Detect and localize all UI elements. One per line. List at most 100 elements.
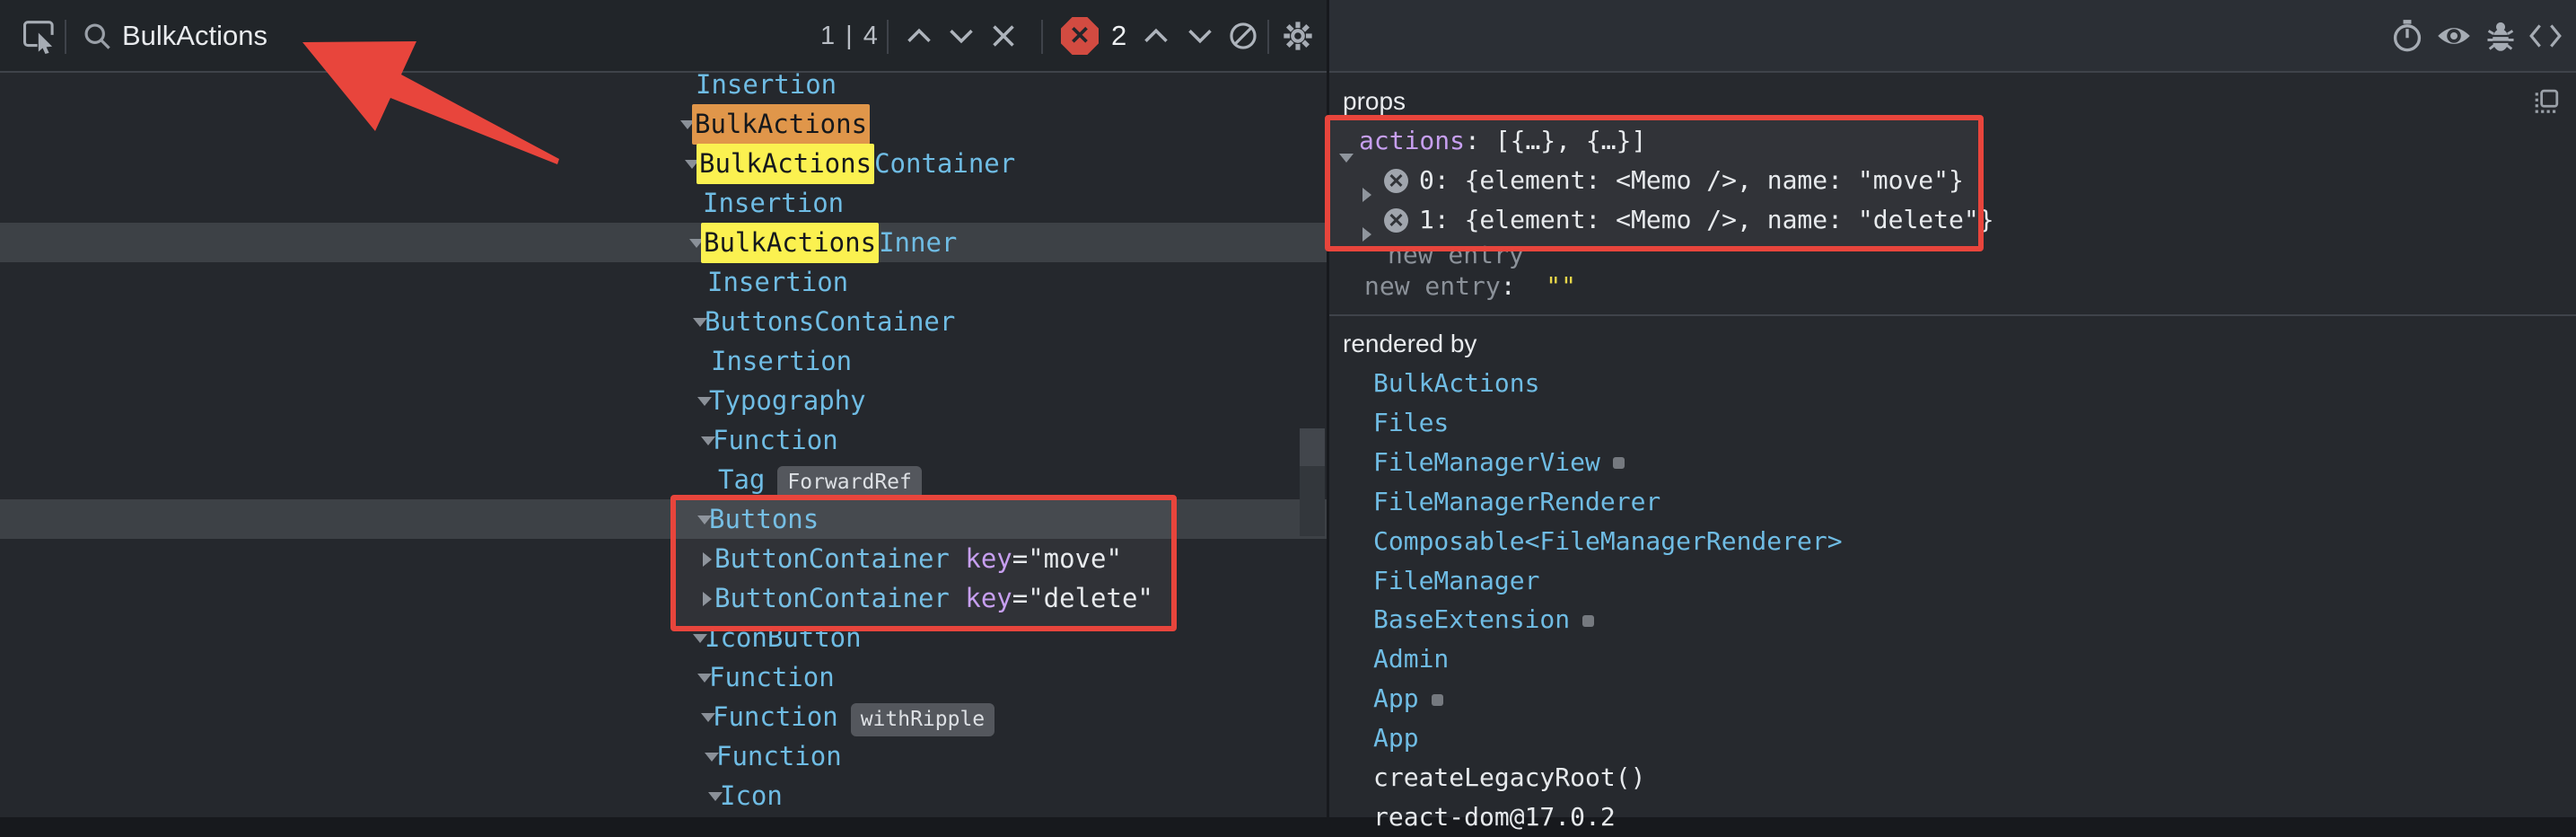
next-result-button[interactable] (942, 0, 981, 72)
react-devtools-window: InsertionBulkActionsBulkActionsContainer… (0, 0, 2576, 817)
search-input[interactable] (122, 16, 697, 56)
gear-icon (1281, 19, 1315, 53)
rendered-by-item[interactable]: FileManager (1373, 561, 1539, 601)
annotation-box-props (1325, 115, 1984, 251)
owner-name: App (1373, 723, 1419, 753)
tree-row-function[interactable]: Function (0, 420, 1327, 460)
inspect-dom-button[interactable] (2431, 0, 2476, 72)
search-highlight: BulkActions (701, 223, 879, 263)
owner-name: FileManagerRenderer (1373, 487, 1660, 516)
component-name: Function (716, 741, 842, 771)
rendered-by-item[interactable]: BaseExtension (1373, 600, 1594, 639)
tree-row-content: Typography (709, 381, 866, 420)
component-name: Insertion (703, 188, 844, 218)
tree-row-bulkactions[interactable]: BulkActions (0, 104, 1327, 144)
owner-name: Admin (1373, 644, 1449, 674)
tree-row-content: Insertion (703, 183, 844, 223)
memo-badge-dot (1432, 694, 1443, 706)
tree-row-bulkactions[interactable]: BulkActionsInner (0, 223, 1327, 262)
tree-row-insertion[interactable]: Insertion (0, 72, 1327, 104)
rendered-by-item[interactable]: App (1373, 679, 1443, 718)
tree-scrollbar-thumb-lower[interactable] (1300, 466, 1325, 536)
error-count: 2 (1111, 0, 1126, 72)
eye-icon (2436, 22, 2472, 49)
rendered-by-item[interactable]: BulkActions (1373, 364, 1539, 403)
log-to-console-button[interactable] (2478, 0, 2523, 72)
toolbar-divider (1267, 20, 1269, 54)
tree-row-content: BulkActionsInner (701, 223, 957, 262)
code-brackets-icon (2528, 22, 2563, 49)
component-name: Function (713, 701, 838, 732)
owner-name: BulkActions (1373, 368, 1539, 398)
tree-row-insertion[interactable]: Insertion (0, 262, 1327, 302)
owner-name: App (1373, 683, 1419, 713)
copy-icon (2533, 89, 2560, 116)
tree-row-insertion[interactable]: Insertion (0, 341, 1327, 381)
tree-row-content: ButtonsContainer (705, 302, 955, 341)
owner-name: Files (1373, 408, 1449, 437)
rendered-by-item[interactable]: FileManagerView (1373, 443, 1625, 482)
rendered-by-item[interactable]: createLegacyRoot() (1373, 758, 1645, 797)
tree-row-typography[interactable]: Typography (0, 381, 1327, 420)
next-error-button[interactable] (1180, 0, 1220, 72)
search-highlight: BulkActions (692, 104, 870, 145)
component-name: Tag (718, 464, 765, 495)
rendered-by-item[interactable]: Composable<FileManagerRenderer> (1373, 522, 1843, 561)
component-name: Insertion (696, 72, 837, 100)
component-name: Function (713, 425, 838, 455)
stopwatch-icon (2391, 19, 2423, 53)
clear-search-button[interactable] (984, 0, 1023, 72)
tree-row-buttonscontainer[interactable]: ButtonsContainer (0, 302, 1327, 341)
previous-error-button[interactable] (1136, 0, 1176, 72)
tree-row-function[interactable]: FunctionwithRipple (0, 697, 1327, 736)
tree-row-insertion[interactable]: Insertion (0, 183, 1327, 223)
prop-value: : (1501, 271, 1546, 301)
settings-button[interactable] (1275, 0, 1321, 72)
prop-row: new entry: "" (1329, 269, 2576, 304)
prop-row-content: new entry: "" (1364, 269, 1576, 304)
rendered-by-item[interactable]: App (1373, 718, 1419, 758)
toolbar-bottom-border (0, 71, 2576, 73)
toolbar-divider (1041, 20, 1043, 54)
component-name: Icon (720, 780, 783, 811)
copy-props-button[interactable] (2527, 83, 2566, 122)
rendered-by-item[interactable]: Files (1373, 403, 1449, 443)
owner-name: FileManagerView (1373, 447, 1600, 477)
inspect-element-button[interactable] (16, 0, 63, 72)
toolbar-divider (887, 20, 889, 54)
component-name: ButtonsContainer (705, 306, 955, 337)
component-name: Inner (879, 227, 957, 258)
component-name: Typography (709, 385, 866, 416)
tree-row-content: Icon (720, 776, 783, 815)
owner-name: createLegacyRoot() (1373, 762, 1645, 792)
rendered-by-item[interactable]: Admin (1373, 639, 1449, 679)
component-name: Function (709, 662, 835, 692)
view-source-button[interactable] (2523, 0, 2568, 72)
tree-row-bulkactions[interactable]: BulkActionsContainer (0, 144, 1327, 183)
suspend-toggle-button[interactable] (2385, 0, 2430, 72)
tree-row-function[interactable]: Function (0, 736, 1327, 776)
owner-name: BaseExtension (1373, 604, 1570, 634)
component-tree-panel: InsertionBulkActionsBulkActionsContainer… (0, 72, 1327, 817)
tree-row-content: Function (709, 657, 835, 697)
tree-scrollbar-thumb[interactable] (1300, 428, 1325, 466)
tree-row-icon[interactable]: Icon (0, 776, 1327, 815)
component-name: Insertion (707, 267, 848, 297)
owner-name: react-dom@17.0.2 (1373, 802, 1616, 832)
tree-row-content: Insertion (696, 72, 837, 104)
tree-row-content: Function (713, 420, 838, 460)
inspect-cursor-icon (22, 18, 57, 54)
component-name: Container (874, 148, 1015, 179)
previous-result-button[interactable] (899, 0, 939, 72)
owner-name: Composable<FileManagerRenderer> (1373, 526, 1843, 556)
tree-row-tag[interactable]: TagForwardRef (0, 460, 1327, 499)
rendered-by-item[interactable]: FileManagerRenderer (1373, 482, 1660, 522)
tree-row-function[interactable]: Function (0, 657, 1327, 697)
component-name: Insertion (711, 346, 852, 376)
tree-row-content: BulkActionsContainer (697, 144, 1015, 183)
bug-icon (2484, 19, 2517, 53)
clear-errors-button[interactable] (1222, 0, 1264, 72)
tree-row-content: Function (716, 736, 842, 776)
tree-row-content: FunctionwithRipple (713, 697, 994, 739)
owner-name: FileManager (1373, 566, 1539, 595)
